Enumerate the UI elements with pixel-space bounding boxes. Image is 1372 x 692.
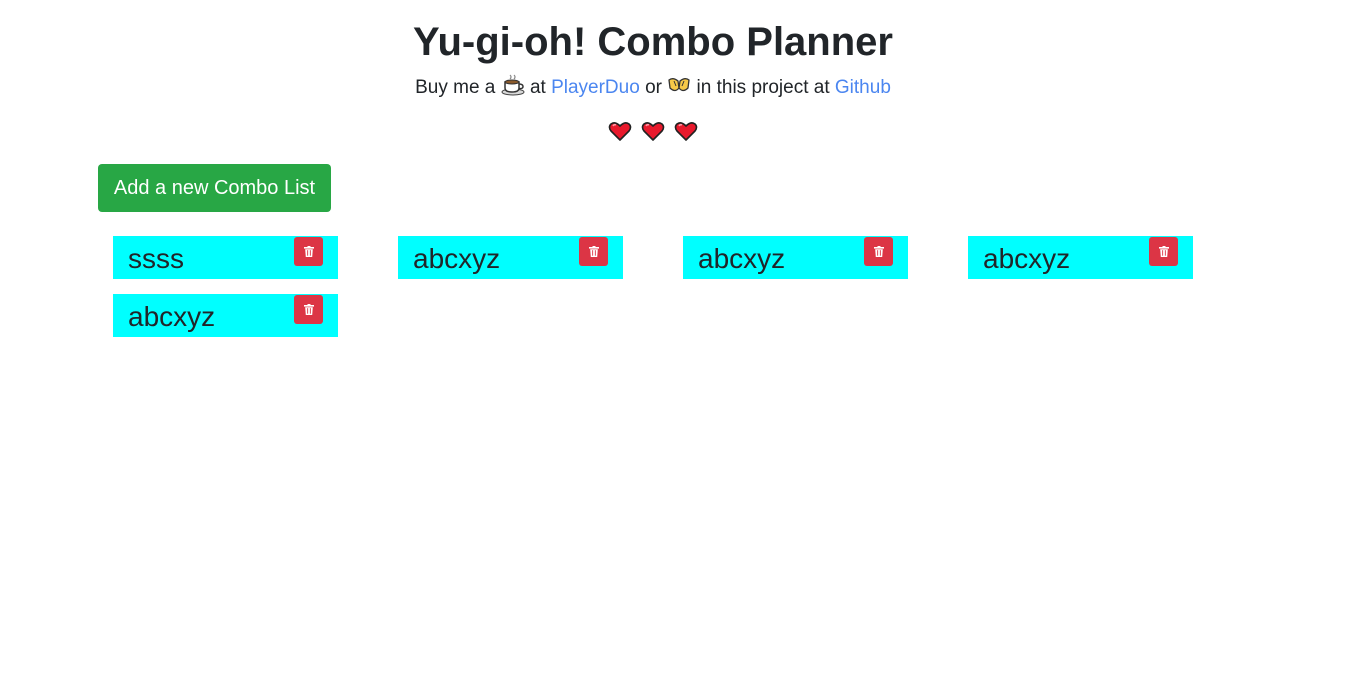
- delete-button[interactable]: [294, 295, 323, 324]
- pray-hands-icon: [667, 74, 691, 105]
- combo-list-card[interactable]: abcxyz: [968, 236, 1193, 279]
- heart-icon: [674, 120, 698, 148]
- trash-icon: [1158, 246, 1169, 257]
- github-link[interactable]: Github: [835, 77, 891, 98]
- trash-icon: [873, 246, 884, 257]
- combo-list-card[interactable]: abcxyz: [113, 294, 338, 337]
- subtitle-text-buy: Buy me a: [415, 77, 496, 98]
- combo-list-name: abcxyz: [698, 243, 786, 274]
- combo-list-card[interactable]: abcxyz: [683, 236, 908, 279]
- trash-icon: [588, 246, 599, 257]
- subtitle-text-project: in this project at: [696, 77, 830, 98]
- heart-icon: [641, 120, 665, 148]
- page-title: Yu-gi-oh! Combo Planner: [413, 20, 893, 64]
- heart-icon: [608, 120, 632, 148]
- delete-button[interactable]: [294, 237, 323, 266]
- trash-icon: [303, 246, 314, 257]
- coffee-icon: [501, 74, 525, 105]
- subtitle: Buy me a at PlayerDuo or in this project…: [0, 74, 1306, 105]
- delete-button[interactable]: [579, 237, 608, 266]
- combo-list-card[interactable]: ssss: [113, 236, 338, 279]
- subtitle-text-at: at: [529, 77, 546, 98]
- hearts-row: [0, 120, 1306, 148]
- combo-list-name: abcxyz: [128, 301, 216, 332]
- combo-list-card[interactable]: abcxyz: [398, 236, 623, 279]
- playerduo-link[interactable]: PlayerDuo: [551, 77, 640, 98]
- combo-list-name: abcxyz: [983, 243, 1071, 274]
- delete-button[interactable]: [864, 237, 893, 266]
- add-combo-list-button[interactable]: Add a new Combo List: [98, 164, 331, 212]
- subtitle-text-or: or: [645, 77, 662, 98]
- combo-list-name: abcxyz: [413, 243, 501, 274]
- delete-button[interactable]: [1149, 237, 1178, 266]
- combo-list-name: ssss: [128, 243, 184, 274]
- trash-icon: [303, 304, 314, 315]
